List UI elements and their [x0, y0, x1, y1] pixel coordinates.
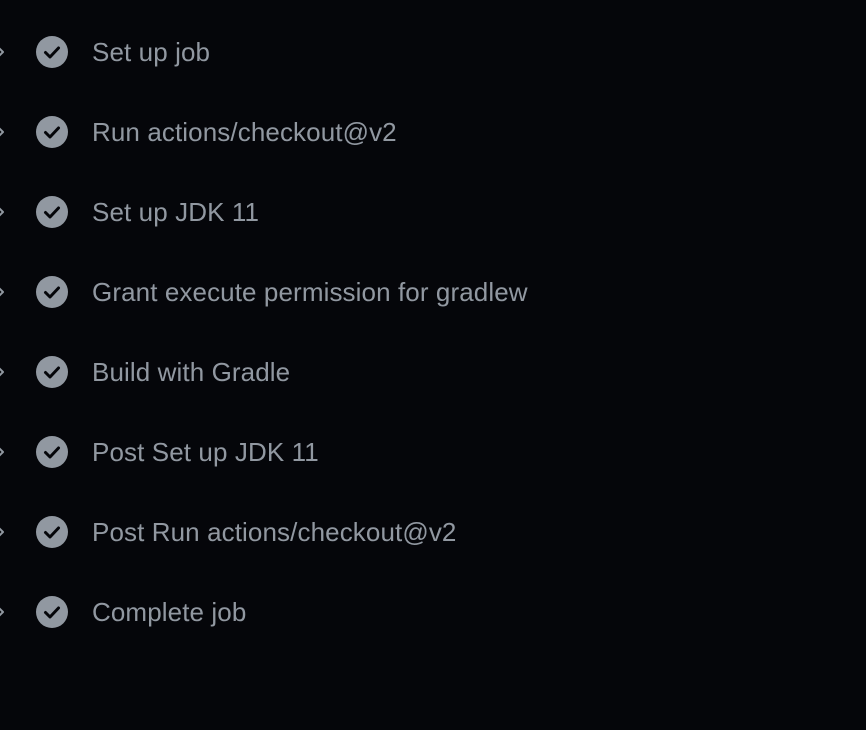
step-label: Post Set up JDK 11 [92, 436, 319, 467]
chevron-right-icon[interactable] [0, 522, 8, 542]
chevron-right-icon[interactable] [0, 42, 8, 62]
step-label: Run actions/checkout@v2 [92, 116, 397, 147]
step-post-set-up-jdk[interactable]: Post Set up JDK 11 [0, 412, 866, 492]
step-complete-job[interactable]: Complete job [0, 572, 866, 652]
step-label: Build with Gradle [92, 356, 291, 387]
chevron-right-icon[interactable] [0, 442, 8, 462]
step-build-gradle[interactable]: Build with Gradle [0, 332, 866, 412]
check-circle-icon [36, 196, 68, 228]
check-circle-icon [36, 276, 68, 308]
check-circle-icon [36, 116, 68, 148]
chevron-right-icon[interactable] [0, 362, 8, 382]
check-circle-icon [36, 516, 68, 548]
step-label: Grant execute permission for gradlew [92, 276, 528, 307]
step-post-run-checkout[interactable]: Post Run actions/checkout@v2 [0, 492, 866, 572]
step-run-checkout[interactable]: Run actions/checkout@v2 [0, 92, 866, 172]
check-circle-icon [36, 356, 68, 388]
step-set-up-jdk[interactable]: Set up JDK 11 [0, 172, 866, 252]
chevron-right-icon[interactable] [0, 282, 8, 302]
check-circle-icon [36, 436, 68, 468]
chevron-right-icon[interactable] [0, 122, 8, 142]
chevron-right-icon[interactable] [0, 202, 8, 222]
check-circle-icon [36, 596, 68, 628]
step-label: Set up job [92, 36, 211, 67]
chevron-right-icon[interactable] [0, 602, 8, 622]
step-label: Post Run actions/checkout@v2 [92, 516, 457, 547]
step-label: Complete job [92, 596, 247, 627]
check-circle-icon [36, 36, 68, 68]
step-set-up-job[interactable]: Set up job [0, 12, 866, 92]
step-grant-permission[interactable]: Grant execute permission for gradlew [0, 252, 866, 332]
job-steps-list: Set up job Run actions/checkout@v2 Set u… [0, 0, 866, 730]
step-label: Set up JDK 11 [92, 196, 260, 227]
